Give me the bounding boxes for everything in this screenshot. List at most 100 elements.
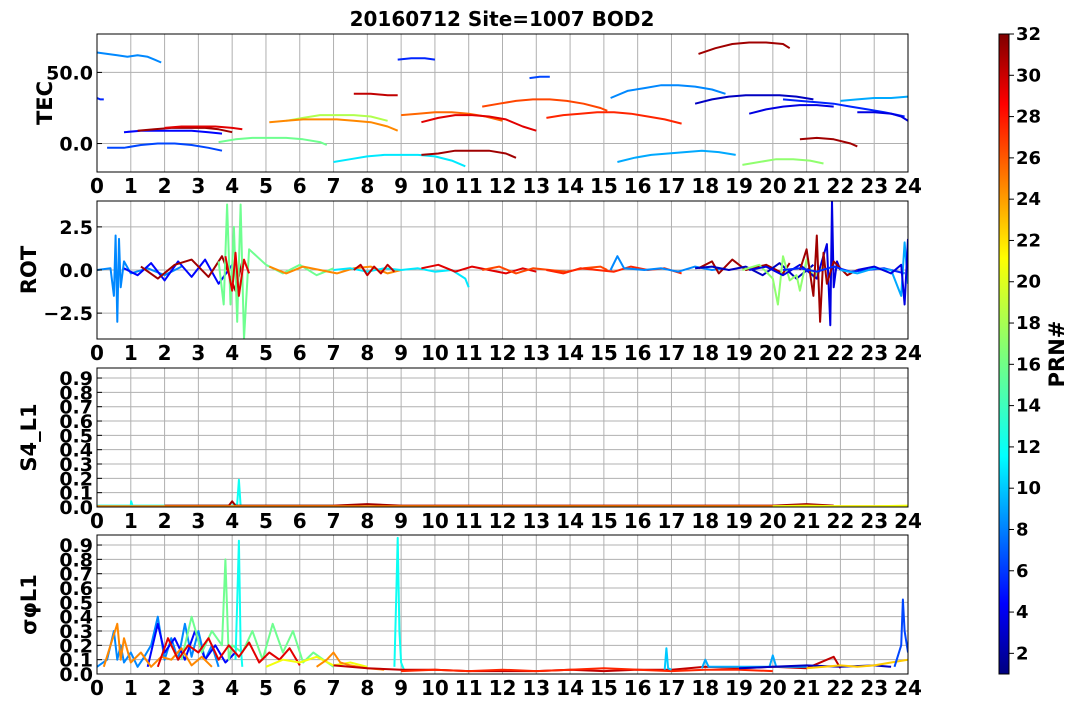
panel-1: 0 1 2 3 4 5 6 7 8 9 10 11 12 13 14 15 16 17 18 19 20 21 22 23 24… bbox=[33, 33, 922, 198]
x-tick-label: 24 bbox=[894, 509, 922, 533]
x-tick-label: 20 bbox=[759, 174, 787, 198]
x-tick-label: 4 bbox=[225, 676, 239, 700]
x-tick-label: 17 bbox=[658, 509, 686, 533]
colorbar-gradient bbox=[998, 33, 1010, 675]
x-tick-label: 15 bbox=[590, 341, 618, 365]
x-tick-label: 13 bbox=[522, 341, 550, 365]
x-tick-label: 19 bbox=[725, 341, 753, 365]
colorbar-tick-label: 28 bbox=[1016, 107, 1041, 128]
series-line-prn-20 bbox=[772, 504, 908, 507]
x-tick-label: 23 bbox=[860, 341, 888, 365]
series-line-prn-29 bbox=[421, 114, 537, 132]
x-tick-label: 16 bbox=[624, 174, 652, 198]
x-tick-label: 15 bbox=[590, 509, 618, 533]
series-line-prn-4 bbox=[749, 201, 842, 327]
x-tick-label: 1 bbox=[124, 509, 138, 533]
x-tick-label: 10 bbox=[421, 509, 449, 533]
x-tick-label: 2 bbox=[158, 676, 172, 700]
x-tick-label: 19 bbox=[725, 174, 753, 198]
x-tick-label: 2 bbox=[158, 509, 172, 533]
x-tick-label: 8 bbox=[360, 341, 374, 365]
x-tick-label: 18 bbox=[691, 509, 719, 533]
x-tick-label: 22 bbox=[826, 174, 854, 198]
x-tick-label: 21 bbox=[793, 676, 821, 700]
x-tick-label: 13 bbox=[522, 174, 550, 198]
x-tick-label: 2 bbox=[158, 341, 172, 365]
series-line-prn-13 bbox=[393, 536, 406, 672]
x-tick-label: 0 bbox=[90, 174, 104, 198]
series-line-prn-3 bbox=[694, 94, 814, 105]
colorbar-tick-label: 4 bbox=[1016, 602, 1029, 623]
colorbar-tick-label: 6 bbox=[1016, 561, 1029, 582]
x-tick-label: 21 bbox=[793, 509, 821, 533]
colorbar-tick-label: 24 bbox=[1016, 189, 1041, 210]
colorbar-tick-label: 12 bbox=[1016, 437, 1041, 458]
y-tick-label: −2.5 bbox=[43, 303, 93, 325]
x-tick-label: 14 bbox=[556, 509, 584, 533]
x-tick-label: 17 bbox=[658, 174, 686, 198]
x-tick-label: 6 bbox=[293, 509, 307, 533]
x-tick-label: 10 bbox=[421, 174, 449, 198]
x-tick-label: 8 bbox=[360, 509, 374, 533]
x-tick-label: 12 bbox=[489, 341, 517, 365]
x-tick-label: 14 bbox=[556, 676, 584, 700]
y-tick-label: 0.9 bbox=[59, 535, 93, 557]
series-line-prn-7 bbox=[529, 75, 550, 80]
series-line-prn-9 bbox=[97, 51, 162, 64]
x-tick-label: 17 bbox=[658, 341, 686, 365]
x-tick-label: 22 bbox=[826, 509, 854, 533]
x-tick-label: 22 bbox=[826, 676, 854, 700]
x-tick-label: 21 bbox=[793, 341, 821, 365]
y-axis-label: ROT bbox=[17, 245, 41, 294]
x-tick-label: 9 bbox=[394, 509, 408, 533]
colorbar-tick-label: 32 bbox=[1016, 24, 1041, 45]
x-tick-label: 19 bbox=[725, 509, 753, 533]
series-line-prn-31 bbox=[698, 41, 791, 55]
colorbar-tick-label: 16 bbox=[1016, 354, 1041, 375]
x-tick-label: 15 bbox=[590, 676, 618, 700]
x-tick-label: 19 bbox=[725, 676, 753, 700]
y-axis-label: S4_L1 bbox=[17, 403, 41, 471]
x-tick-label: 13 bbox=[522, 676, 550, 700]
x-tick-label: 18 bbox=[691, 174, 719, 198]
series-line-prn-31 bbox=[798, 234, 858, 323]
series-line-prn-31 bbox=[799, 136, 858, 148]
x-tick-label: 6 bbox=[293, 341, 307, 365]
x-tick-label: 8 bbox=[360, 676, 374, 700]
x-tick-label: 15 bbox=[590, 174, 618, 198]
y-tick-label: 2.5 bbox=[59, 217, 93, 239]
series-line-prn-12 bbox=[333, 153, 466, 168]
series-line-prn-26 bbox=[482, 98, 608, 112]
series-line-prn-6 bbox=[397, 57, 436, 61]
x-tick-label: 18 bbox=[691, 341, 719, 365]
x-tick-label: 16 bbox=[624, 341, 652, 365]
x-tick-label: 7 bbox=[327, 174, 341, 198]
x-tick-label: 5 bbox=[259, 174, 273, 198]
x-tick-label: 6 bbox=[293, 676, 307, 700]
x-tick-label: 7 bbox=[327, 341, 341, 365]
series-line-prn-16 bbox=[180, 558, 335, 668]
x-tick-label: 1 bbox=[124, 174, 138, 198]
panel-2: 0 1 2 3 4 5 6 7 8 9 10 11 12 13 14 15 16 17 18 19 20 21 22 23 24… bbox=[17, 200, 922, 365]
colorbar-tick-label: 20 bbox=[1016, 272, 1041, 293]
series-line-prn-9 bbox=[610, 84, 726, 99]
colorbar-tick-label: 10 bbox=[1016, 478, 1041, 499]
x-tick-label: 9 bbox=[394, 341, 408, 365]
x-tick-label: 24 bbox=[894, 341, 922, 365]
x-tick-label: 3 bbox=[191, 341, 205, 365]
x-tick-label: 4 bbox=[225, 341, 239, 365]
x-tick-label: 9 bbox=[394, 174, 408, 198]
x-tick-label: 11 bbox=[455, 676, 483, 700]
x-tick-label: 23 bbox=[860, 174, 888, 198]
series-line-prn-6 bbox=[97, 97, 104, 101]
x-tick-label: 6 bbox=[293, 174, 307, 198]
x-tick-label: 12 bbox=[489, 174, 517, 198]
x-tick-label: 12 bbox=[489, 509, 517, 533]
colorbar-tick-label: 26 bbox=[1016, 148, 1041, 169]
colorbar-tick-label: 22 bbox=[1016, 230, 1041, 251]
x-tick-label: 23 bbox=[860, 509, 888, 533]
series-line-prn-27 bbox=[546, 111, 682, 125]
series-line-prn-11 bbox=[663, 647, 672, 671]
colorbar-label: PRN# bbox=[1045, 321, 1069, 388]
x-tick-label: 22 bbox=[826, 341, 854, 365]
